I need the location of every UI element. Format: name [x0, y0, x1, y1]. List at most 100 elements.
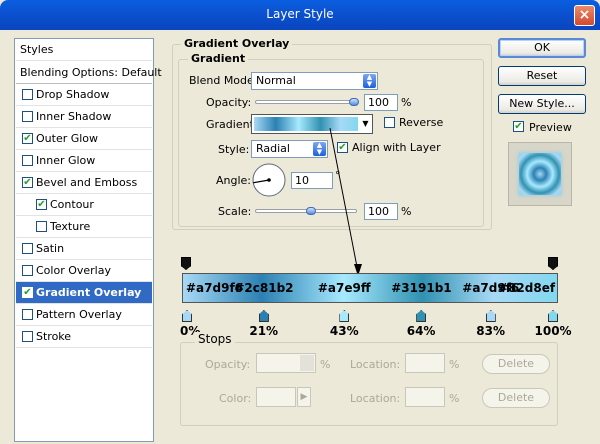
stop-color-swatch[interactable] — [256, 387, 296, 407]
window-title: Layer Style — [266, 7, 334, 21]
style-checkbox[interactable] — [22, 309, 33, 320]
style-item-label: Stroke — [36, 330, 72, 343]
stop-opacity-location-label: Location: — [350, 358, 401, 371]
style-item-label: Inner Glow — [36, 154, 96, 167]
color-stop-marker[interactable] — [182, 310, 192, 322]
style-item[interactable]: Inner Shadow — [16, 106, 152, 128]
gradient-label: Gradient: — [206, 118, 258, 131]
stop-percent-label: 100% — [534, 324, 572, 338]
style-value: Radial — [256, 142, 290, 155]
style-item[interactable]: ✔ Bevel and Emboss — [16, 172, 152, 194]
color-stop-marker[interactable] — [548, 310, 558, 322]
section-title: Gradient Overlay — [181, 37, 293, 50]
preview-swatch — [519, 153, 561, 195]
layer-style-dialog: Layer Style × Styles Blending Options: De… — [0, 0, 600, 444]
preview-checkbox[interactable]: ✔ — [513, 121, 524, 132]
scale-unit: % — [401, 205, 412, 218]
style-item[interactable]: ✔ Gradient Overlay — [16, 282, 152, 304]
style-select[interactable]: Radial ▲ ▼ — [251, 140, 328, 158]
opacity-slider-track[interactable] — [255, 100, 357, 104]
style-checkbox[interactable] — [22, 265, 33, 276]
opacity-stop-right[interactable] — [548, 257, 558, 270]
gradient-group-title: Gradient — [188, 52, 249, 65]
checkmark-icon[interactable]: ✔ — [22, 287, 33, 298]
style-item[interactable]: Drop Shadow — [16, 84, 152, 106]
color-stop-marker[interactable] — [339, 310, 350, 322]
color-stop-marker[interactable] — [485, 310, 496, 322]
opacity-label: Opacity: — [206, 96, 252, 109]
stop-hex-label: #2c81b2 — [234, 281, 294, 295]
opacity-stop-left[interactable] — [181, 257, 191, 270]
stop-percent-label: 21% — [249, 324, 279, 338]
style-item[interactable]: ✔ Contour — [16, 194, 152, 216]
style-item[interactable]: Stroke — [16, 326, 152, 348]
align-with-layer-label: Align with Layer — [352, 141, 441, 154]
angle-dial[interactable] — [251, 162, 287, 198]
checkmark-icon[interactable]: ✔ — [22, 177, 33, 188]
style-item-label: Inner Shadow — [36, 110, 112, 123]
blend-mode-value: Normal — [256, 74, 296, 87]
stop-opacity-input[interactable] — [256, 353, 316, 373]
ok-button[interactable]: OK — [498, 38, 586, 58]
style-item[interactable]: Inner Glow — [16, 150, 152, 172]
stop-color-location-unit: % — [449, 392, 460, 405]
reverse-checkbox[interactable] — [384, 117, 395, 128]
reset-button[interactable]: Reset — [498, 66, 586, 86]
opacity-input[interactable]: 100 — [364, 94, 398, 111]
color-stop-marker[interactable] — [416, 310, 427, 322]
style-checkbox[interactable] — [36, 221, 47, 232]
opacity-unit: % — [401, 96, 412, 109]
scale-input[interactable]: 100 — [364, 203, 398, 220]
gradient-picker[interactable]: ▼ — [251, 114, 373, 134]
style-preview-thumbnail — [508, 142, 572, 206]
gradient-swatch — [254, 117, 358, 131]
checkmark-icon[interactable]: ✔ — [36, 199, 47, 210]
stop-color-location-input[interactable] — [405, 387, 445, 407]
style-label: Style: — [218, 143, 250, 156]
stop-hex-label: #3191b1 — [391, 281, 452, 295]
stop-color-location-label: Location: — [350, 392, 401, 405]
delete-color-stop-button[interactable]: Delete — [482, 388, 550, 408]
style-item-label: Outer Glow — [36, 132, 99, 145]
delete-opacity-stop-button[interactable]: Delete — [482, 354, 550, 374]
stop-color-label: Color: — [219, 392, 252, 405]
style-item[interactable]: Satin — [16, 238, 152, 260]
angle-unit: ° — [335, 169, 341, 182]
style-item[interactable]: Styles — [16, 39, 152, 61]
style-item[interactable]: Texture — [16, 216, 152, 238]
stop-percent-label: 64% — [406, 324, 436, 338]
angle-input[interactable]: 10 — [291, 172, 333, 189]
align-with-layer-checkbox[interactable]: ✔ — [337, 142, 348, 153]
style-checkbox[interactable] — [22, 155, 33, 166]
stop-opacity-location-input[interactable] — [405, 353, 445, 373]
new-style-button[interactable]: New Style... — [498, 94, 586, 114]
updown-arrow-icon: ▲ ▼ — [313, 142, 326, 156]
style-checkbox[interactable] — [22, 243, 33, 254]
style-item-label: Drop Shadow — [36, 88, 110, 101]
title-bar[interactable]: Layer Style × — [0, 0, 600, 30]
style-item-label: Gradient Overlay — [36, 286, 142, 299]
style-item[interactable]: Color Overlay — [16, 260, 152, 282]
color-stop-marker[interactable] — [258, 310, 269, 322]
style-checkbox[interactable] — [22, 331, 33, 342]
stop-opacity-location-unit: % — [449, 358, 460, 371]
scale-label: Scale: — [218, 205, 252, 218]
scale-slider-thumb[interactable] — [306, 207, 317, 215]
reverse-label: Reverse — [399, 116, 444, 129]
dropdown-arrow-icon[interactable]: ▼ — [360, 117, 371, 131]
opacity-slider-thumb[interactable] — [349, 98, 359, 106]
checkmark-icon[interactable]: ✔ — [22, 133, 33, 144]
style-item-label: Texture — [50, 220, 91, 233]
style-checkbox[interactable] — [22, 89, 33, 100]
style-item[interactable]: Pattern Overlay — [16, 304, 152, 326]
close-icon[interactable]: × — [574, 5, 595, 26]
preview-label: Preview — [529, 121, 572, 134]
stop-hex-label: #a7e9ff — [317, 281, 371, 295]
stop-color-arrow-icon[interactable]: ▶ — [297, 387, 311, 407]
style-item[interactable]: ✔ Outer Glow — [16, 128, 152, 150]
stop-hex-label: #82d8ef — [498, 281, 556, 295]
style-checkbox[interactable] — [22, 111, 33, 122]
blend-mode-select[interactable]: Normal ▲ ▼ — [251, 72, 378, 90]
style-item[interactable]: Blending Options: Default — [16, 62, 162, 84]
style-item-label: Satin — [36, 242, 65, 255]
